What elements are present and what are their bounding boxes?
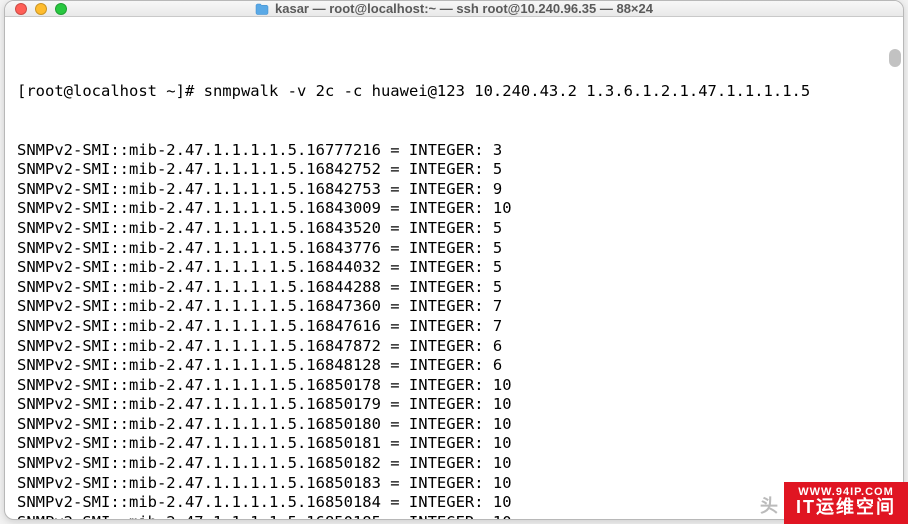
command-text: snmpwalk -v 2c -c huawei@123 10.240.43.2…	[204, 82, 811, 100]
output-line: SNMPv2-SMI::mib-2.47.1.1.1.1.5.16844032 …	[17, 258, 893, 278]
output-line: SNMPv2-SMI::mib-2.47.1.1.1.1.5.16777216 …	[17, 141, 893, 161]
watermark-badge: WWW.94IP.COM IT运维空间	[784, 482, 908, 524]
output-line: SNMPv2-SMI::mib-2.47.1.1.1.1.5.16848128 …	[17, 356, 893, 376]
scrollbar-thumb[interactable]	[889, 49, 901, 67]
close-icon[interactable]	[15, 3, 27, 15]
output-line: SNMPv2-SMI::mib-2.47.1.1.1.1.5.16843520 …	[17, 219, 893, 239]
output-line: SNMPv2-SMI::mib-2.47.1.1.1.1.5.16850182 …	[17, 454, 893, 474]
prompt-line: [root@localhost ~]# snmpwalk -v 2c -c hu…	[17, 82, 893, 102]
output-line: SNMPv2-SMI::mib-2.47.1.1.1.1.5.16850180 …	[17, 415, 893, 435]
output-line: SNMPv2-SMI::mib-2.47.1.1.1.1.5.16843776 …	[17, 239, 893, 259]
output-line: SNMPv2-SMI::mib-2.47.1.1.1.1.5.16850179 …	[17, 395, 893, 415]
output-line: SNMPv2-SMI::mib-2.47.1.1.1.1.5.16843009 …	[17, 199, 893, 219]
terminal-window: kasar — root@localhost:~ — ssh root@10.2…	[4, 0, 904, 520]
window-title-text: kasar — root@localhost:~ — ssh root@10.2…	[275, 1, 653, 16]
output-line: SNMPv2-SMI::mib-2.47.1.1.1.1.5.16847360 …	[17, 297, 893, 317]
output-line: SNMPv2-SMI::mib-2.47.1.1.1.1.5.16850181 …	[17, 434, 893, 454]
watermark-faint: 头	[760, 492, 778, 518]
output-line: SNMPv2-SMI::mib-2.47.1.1.1.1.5.16850178 …	[17, 376, 893, 396]
output-line: SNMPv2-SMI::mib-2.47.1.1.1.1.5.16842753 …	[17, 180, 893, 200]
folder-icon	[255, 3, 269, 15]
watermark: 头 WWW.94IP.COM IT运维空间	[760, 482, 908, 524]
output-line: SNMPv2-SMI::mib-2.47.1.1.1.1.5.16847872 …	[17, 337, 893, 357]
watermark-text: IT运维空间	[796, 498, 896, 518]
window-title: kasar — root@localhost:~ — ssh root@10.2…	[75, 1, 833, 16]
output-line: SNMPv2-SMI::mib-2.47.1.1.1.1.5.16844288 …	[17, 278, 893, 298]
output-line: SNMPv2-SMI::mib-2.47.1.1.1.1.5.16842752 …	[17, 160, 893, 180]
traffic-lights	[15, 3, 67, 15]
shell-prompt: [root@localhost ~]#	[17, 82, 204, 100]
minimize-icon[interactable]	[35, 3, 47, 15]
terminal-body[interactable]: [root@localhost ~]# snmpwalk -v 2c -c hu…	[5, 17, 903, 520]
zoom-icon[interactable]	[55, 3, 67, 15]
titlebar: kasar — root@localhost:~ — ssh root@10.2…	[5, 1, 903, 17]
output-line: SNMPv2-SMI::mib-2.47.1.1.1.1.5.16847616 …	[17, 317, 893, 337]
